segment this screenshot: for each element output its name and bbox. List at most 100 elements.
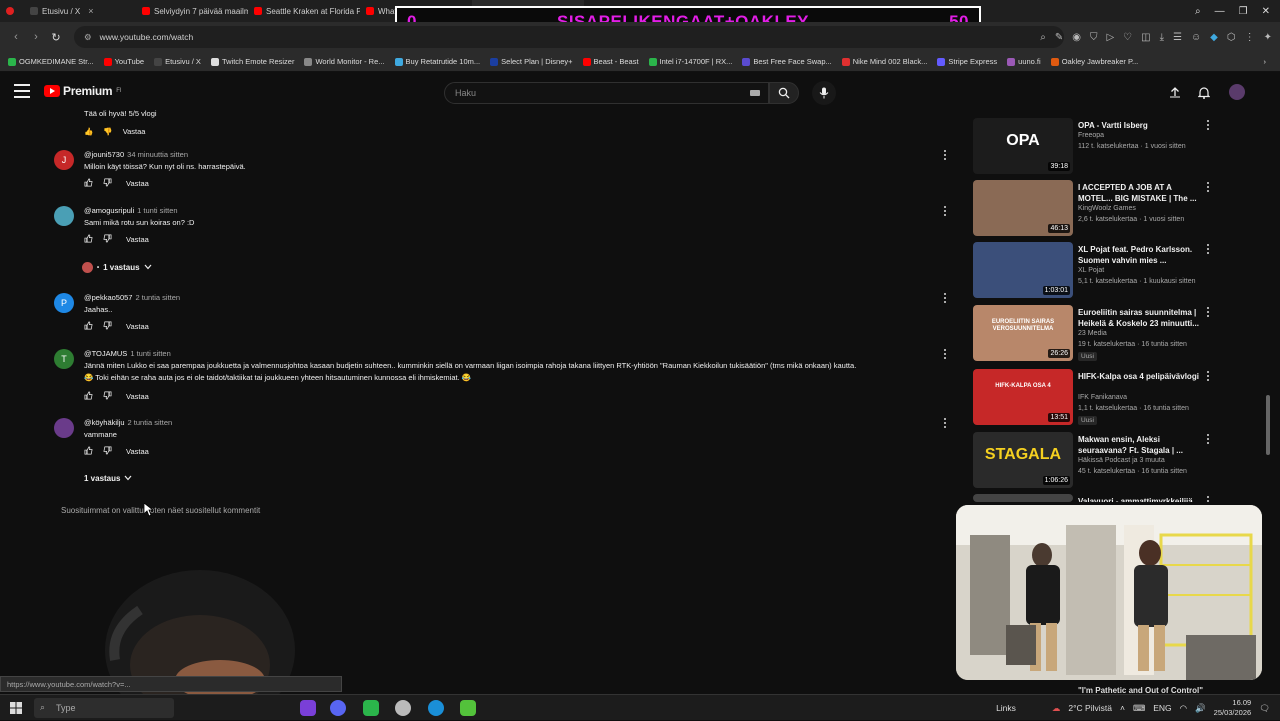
like-icon[interactable] <box>84 446 93 457</box>
site-info-icon[interactable]: ⚙ <box>84 32 92 43</box>
twitch-app-icon[interactable] <box>300 700 316 716</box>
reply-button[interactable]: Vastaa <box>126 235 149 244</box>
menu-dots-icon[interactable]: ⋮ <box>1245 32 1255 43</box>
recommended-video[interactable]: 46:13 I ACCEPTED A JOB AT A MOTEL... BIG … <box>973 180 1223 236</box>
chevron-up-icon[interactable]: ˄ <box>1120 703 1125 713</box>
reply-button[interactable]: Vastaa <box>126 392 149 401</box>
notifications-icon[interactable]: 🗨 <box>1259 703 1270 714</box>
view-replies-button[interactable]: 1 vastaus <box>84 474 132 483</box>
minimize-button[interactable]: — <box>1215 6 1225 17</box>
windows-start-icon[interactable] <box>10 702 22 714</box>
video-menu-icon[interactable] <box>1207 496 1211 502</box>
edit-icon[interactable]: ✎ <box>1055 32 1063 43</box>
clock[interactable]: 16.09 25/03/2026 <box>1214 698 1252 718</box>
bookmark-item[interactable]: uuno.fi <box>1007 57 1041 66</box>
video-menu-icon[interactable] <box>1207 182 1211 194</box>
browser-tab[interactable]: Etusivu / X × <box>24 0 136 22</box>
bookmark-item[interactable]: Oakley Jawbreaker P... <box>1050 57 1138 66</box>
bookmark-item[interactable]: Stripe Express <box>937 57 997 66</box>
sidebar-scrollbar[interactable] <box>1266 395 1270 455</box>
recommended-video[interactable]: HIFK-KALPA OSA 4 13:51 HIFK-Kalpa osa 4 pe… <box>973 369 1223 425</box>
edge-browser-icon[interactable] <box>428 700 444 716</box>
channel-name[interactable]: IFK Fanikanava <box>1078 394 1127 401</box>
comment-author[interactable]: @köyhäkilju <box>84 418 125 427</box>
channel-name[interactable]: XL Pojat <box>1078 267 1104 274</box>
upload-icon[interactable] <box>1167 84 1183 100</box>
shield-icon[interactable]: ⛉ <box>1090 32 1098 43</box>
video-title[interactable]: I ACCEPTED A JOB AT A MOTEL... BIG MISTA… <box>1078 182 1203 204</box>
wifi-icon[interactable]: ◠ <box>1180 703 1187 714</box>
hamburger-menu-icon[interactable] <box>14 84 30 98</box>
comment-avatar[interactable]: T <box>54 349 74 369</box>
youtube-premium-logo[interactable]: Premium FI <box>44 84 122 98</box>
comment-avatar[interactable]: P <box>54 293 74 313</box>
comment-menu-icon[interactable] <box>944 293 948 305</box>
voice-search-button[interactable] <box>812 81 836 105</box>
search-icon[interactable]: ⌕ <box>1040 32 1046 43</box>
video-menu-icon[interactable] <box>1207 307 1211 319</box>
discord-app-icon[interactable] <box>330 700 346 716</box>
keyboard-icon[interactable] <box>750 90 760 96</box>
video-thumbnail[interactable]: 1:03:01 <box>973 242 1073 298</box>
bookmark-item[interactable]: Intel i7-14700F | RX... <box>648 57 732 66</box>
app-shield-icon[interactable] <box>395 700 411 716</box>
comment-avatar[interactable] <box>54 418 74 438</box>
reply-button[interactable]: Vastaa <box>126 179 149 188</box>
comment-time[interactable]: 1 tunti sitten <box>137 206 177 215</box>
video-title[interactable]: HIFK-Kalpa osa 4 pelipäivävlogi <box>1078 371 1203 382</box>
channel-name[interactable]: 23 Media <box>1078 330 1107 337</box>
back-icon[interactable]: ‹ <box>6 31 26 43</box>
profile-icon[interactable]: ☺ <box>1191 32 1201 43</box>
bookmark-item[interactable]: Beast - Beast <box>582 57 639 66</box>
bookmark-item[interactable]: YouTube <box>103 57 144 66</box>
video-menu-icon[interactable] <box>1207 371 1211 383</box>
comment-time[interactable]: 2 tuntia sitten <box>128 418 173 427</box>
bookmark-item[interactable]: Twitch Emote Resizer <box>210 57 294 66</box>
dislike-icon[interactable]: 👎 <box>103 127 112 136</box>
video-menu-icon[interactable] <box>1207 434 1211 446</box>
download-icon[interactable]: ⤓ <box>1160 32 1164 43</box>
video-thumbnail[interactable]: STAGALA 1:06:26 <box>973 432 1073 488</box>
dislike-icon[interactable] <box>103 446 112 457</box>
like-icon[interactable] <box>84 321 93 332</box>
tab-close-icon[interactable]: × <box>88 6 93 16</box>
like-icon[interactable]: 👍 <box>84 127 93 136</box>
dislike-icon[interactable] <box>103 234 112 245</box>
search-input[interactable]: Haku <box>444 82 769 104</box>
search-button[interactable] <box>769 82 799 104</box>
recommended-video[interactable]: OPA 39:18 OPA - Vartti Isberg Freeopa 112 t.… <box>973 118 1223 174</box>
list-icon[interactable]: ☰ <box>1173 32 1182 43</box>
taskbar-search-input[interactable]: ⌕ Type <box>34 698 174 718</box>
app-arrow-icon[interactable] <box>460 700 476 716</box>
comment-author[interactable]: @pekkao5057 <box>84 293 132 302</box>
comment-author[interactable]: @jouni5730 <box>84 150 124 159</box>
video-thumbnail[interactable]: EUROELIITIN SAIRAS VEROSUUNNITELMA 26:26 <box>973 305 1073 361</box>
play-icon[interactable]: ▷ <box>1106 32 1114 43</box>
links-toolbar[interactable]: Links <box>996 703 1016 713</box>
bookmark-item[interactable]: Best Free Face Swap... <box>742 57 832 66</box>
like-icon[interactable] <box>84 234 93 245</box>
network-icon[interactable]: ⌨ <box>1133 703 1145 714</box>
comment-menu-icon[interactable] <box>944 150 948 162</box>
channel-name[interactable]: KingWoolz Games <box>1078 205 1136 212</box>
dislike-icon[interactable] <box>103 321 112 332</box>
comment-time[interactable]: 34 minuuttia sitten <box>127 150 188 159</box>
dislike-icon[interactable] <box>103 391 112 402</box>
camera-icon[interactable]: ◉ <box>1072 32 1081 43</box>
bookmark-item[interactable]: Buy Retatrutide 10m... <box>394 57 480 66</box>
forward-icon[interactable]: › <box>26 31 46 43</box>
bookmarks-overflow-icon[interactable]: › <box>1264 57 1267 66</box>
video-menu-icon[interactable] <box>1207 120 1211 132</box>
close-window-button[interactable]: ✕ <box>1262 6 1270 17</box>
video-menu-icon[interactable] <box>1207 244 1211 256</box>
video-thumbnail[interactable] <box>973 494 1073 502</box>
comment-time[interactable]: 2 tuntia sitten <box>135 293 180 302</box>
language-indicator[interactable]: ENG <box>1153 703 1171 713</box>
video-title[interactable]: Valavuori - ammattimyrkkeilijä <box>1078 496 1203 502</box>
reload-icon[interactable]: ↻ <box>46 31 66 44</box>
bookmark-item[interactable]: Nike Mind 002 Black... <box>841 57 927 66</box>
reply-button[interactable]: Vastaa <box>123 127 146 136</box>
heart-icon[interactable]: ♡ <box>1123 32 1132 43</box>
bookmark-item[interactable]: World Monitor - Re... <box>304 57 385 66</box>
reply-button[interactable]: Vastaa <box>126 447 149 456</box>
